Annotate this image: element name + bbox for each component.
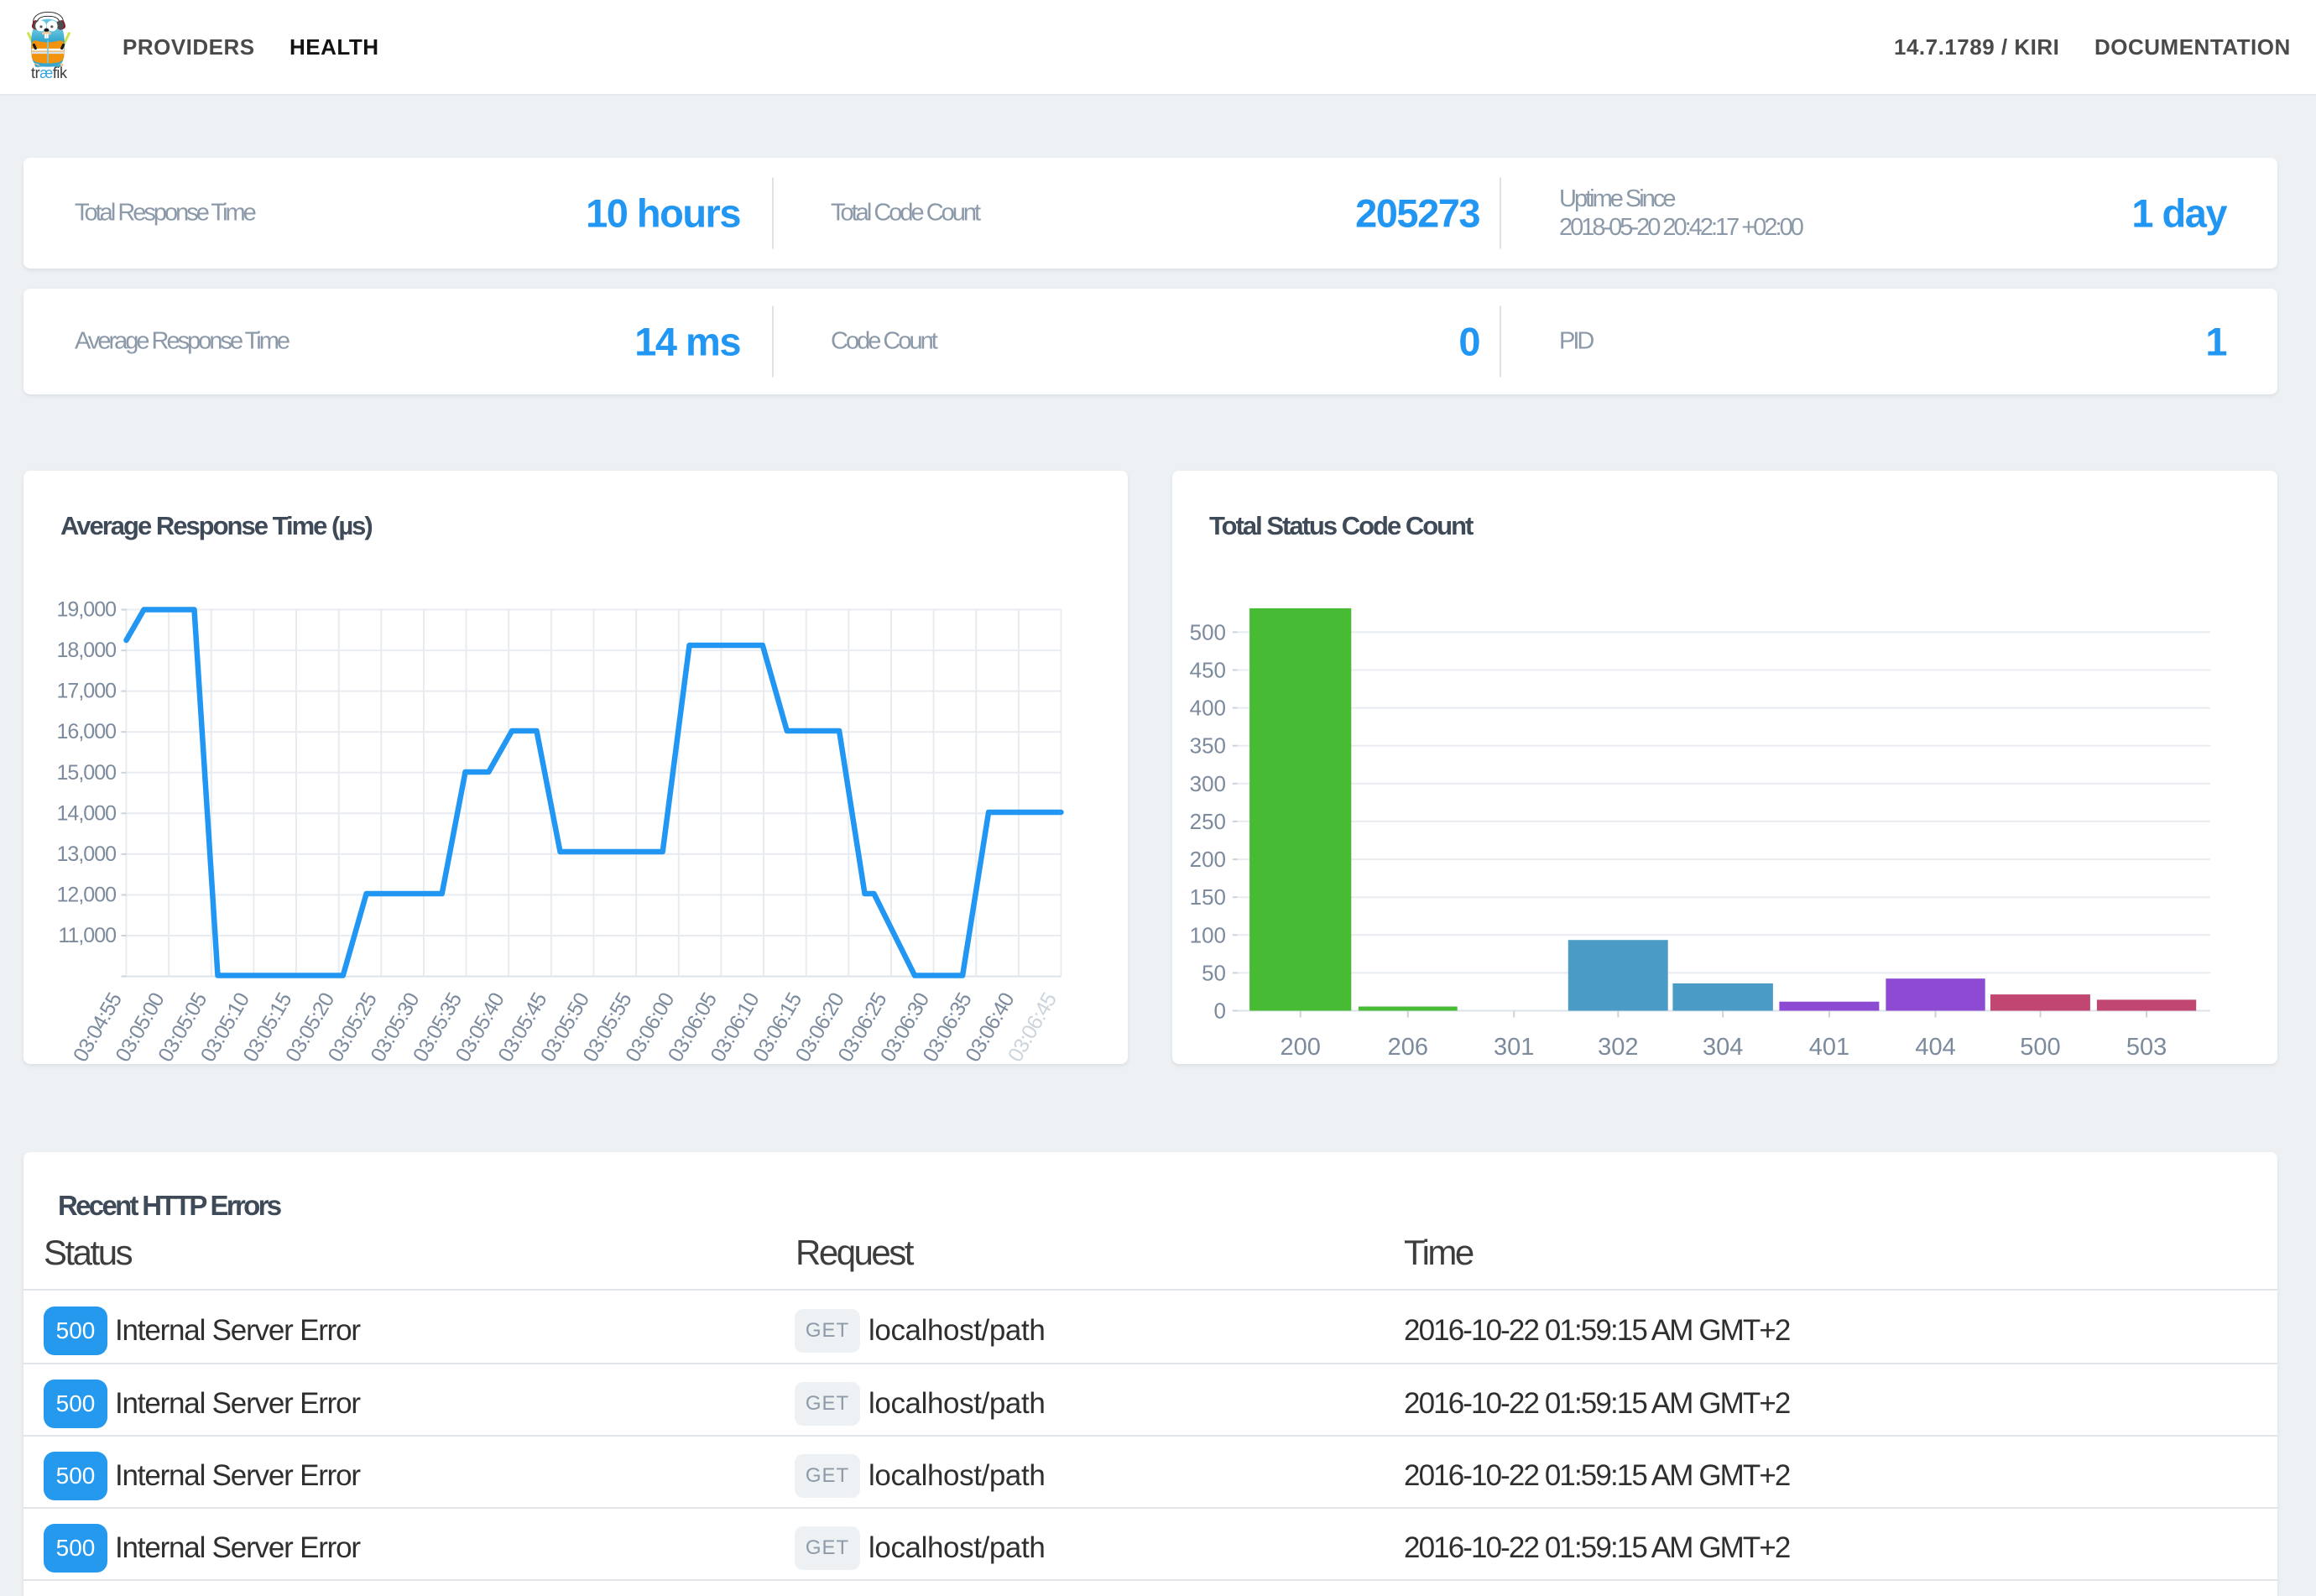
svg-text:18,000: 18,000 [57, 639, 117, 662]
svg-text:350: 350 [1190, 733, 1226, 759]
svg-text:250: 250 [1190, 809, 1226, 834]
svg-text:206: 206 [1388, 1034, 1428, 1061]
svg-text:503: 503 [2126, 1034, 2167, 1061]
svg-text:304: 304 [1703, 1034, 1743, 1061]
svg-text:450: 450 [1190, 658, 1226, 683]
svg-text:301: 301 [1494, 1034, 1534, 1061]
svg-text:200: 200 [1190, 847, 1226, 872]
svg-text:17,000: 17,000 [57, 680, 117, 703]
svg-text:13,000: 13,000 [57, 842, 117, 866]
svg-text:100: 100 [1190, 922, 1226, 947]
svg-text:0: 0 [1214, 999, 1226, 1024]
svg-text:200: 200 [1281, 1034, 1321, 1061]
svg-text:14,000: 14,000 [57, 801, 117, 825]
svg-text:150: 150 [1190, 884, 1226, 910]
svg-text:træfik: træfik [31, 65, 68, 81]
svg-text:12,000: 12,000 [57, 884, 117, 907]
svg-text:500: 500 [2020, 1034, 2060, 1061]
svg-text:16,000: 16,000 [57, 720, 117, 743]
svg-text:500: 500 [1190, 619, 1226, 644]
svg-text:404: 404 [1915, 1034, 1955, 1061]
svg-text:19,000: 19,000 [57, 598, 117, 622]
svg-text:15,000: 15,000 [57, 761, 117, 785]
svg-text:300: 300 [1190, 771, 1226, 796]
svg-text:11,000: 11,000 [58, 924, 116, 947]
svg-text:50: 50 [1202, 960, 1226, 985]
svg-text:400: 400 [1190, 696, 1226, 721]
svg-text:302: 302 [1598, 1034, 1638, 1061]
svg-text:401: 401 [1809, 1034, 1849, 1061]
